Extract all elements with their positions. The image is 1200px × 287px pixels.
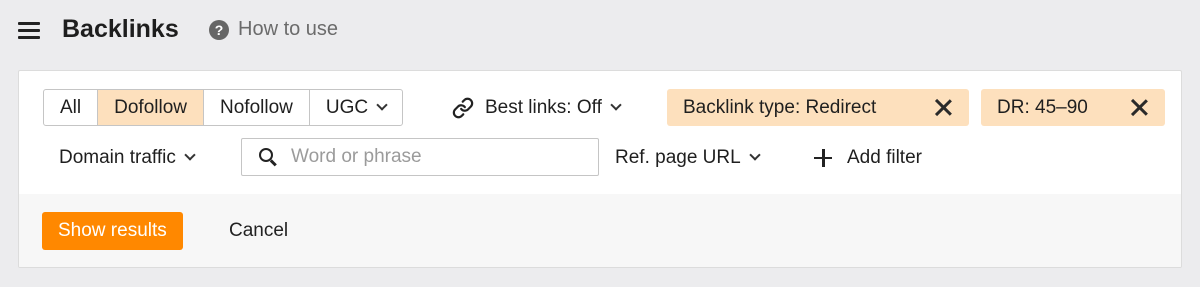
link-type-nofollow[interactable]: Nofollow [203, 90, 309, 125]
domain-traffic-label: Domain traffic [59, 146, 176, 168]
dr-filter-chip[interactable]: DR: 45–90 [981, 89, 1165, 126]
backlink-type-filter-chip[interactable]: Backlink type: Redirect [667, 89, 969, 126]
how-to-use-link[interactable]: ? How to use [209, 18, 338, 41]
plus-icon [814, 148, 832, 167]
link-type-all[interactable]: All [44, 90, 97, 125]
link-icon [452, 97, 474, 118]
chip-label: DR: 45–90 [997, 96, 1088, 118]
search-input[interactable] [289, 145, 593, 169]
filter-panel: All Dofollow Nofollow UGC Best links: Of… [18, 70, 1182, 268]
panel-footer [19, 194, 1181, 267]
ref-page-url-label: Ref. page URL [615, 146, 741, 168]
search-icon [259, 148, 277, 167]
add-filter-button[interactable]: Add filter [814, 139, 922, 176]
menu-icon[interactable] [18, 22, 40, 40]
close-icon[interactable] [1130, 98, 1149, 117]
link-type-dofollow[interactable]: Dofollow [97, 90, 203, 125]
best-links-dropdown[interactable]: Best links: Off [452, 89, 622, 126]
page-header: Backlinks ? How to use [0, 0, 1200, 62]
add-filter-label: Add filter [847, 146, 922, 168]
search-field[interactable] [241, 138, 599, 176]
show-results-button[interactable]: Show results [42, 212, 183, 250]
best-links-label: Best links: Off [485, 96, 602, 118]
chevron-down-icon [184, 149, 196, 161]
page-title: Backlinks [62, 15, 179, 43]
close-icon[interactable] [934, 98, 953, 117]
domain-traffic-dropdown[interactable]: Domain traffic [59, 139, 196, 176]
chevron-down-icon [610, 99, 622, 111]
chevron-down-icon [376, 99, 388, 111]
cancel-button[interactable]: Cancel [229, 212, 288, 250]
chevron-down-icon [749, 149, 761, 161]
link-type-segmented-control: All Dofollow Nofollow UGC [43, 89, 404, 126]
how-to-use-label: How to use [238, 18, 339, 40]
chip-label: Backlink type: Redirect [683, 96, 877, 118]
link-type-ugc-dropdown[interactable]: UGC [308, 90, 402, 125]
ref-page-url-dropdown[interactable]: Ref. page URL [615, 139, 761, 176]
help-icon: ? [209, 19, 229, 40]
